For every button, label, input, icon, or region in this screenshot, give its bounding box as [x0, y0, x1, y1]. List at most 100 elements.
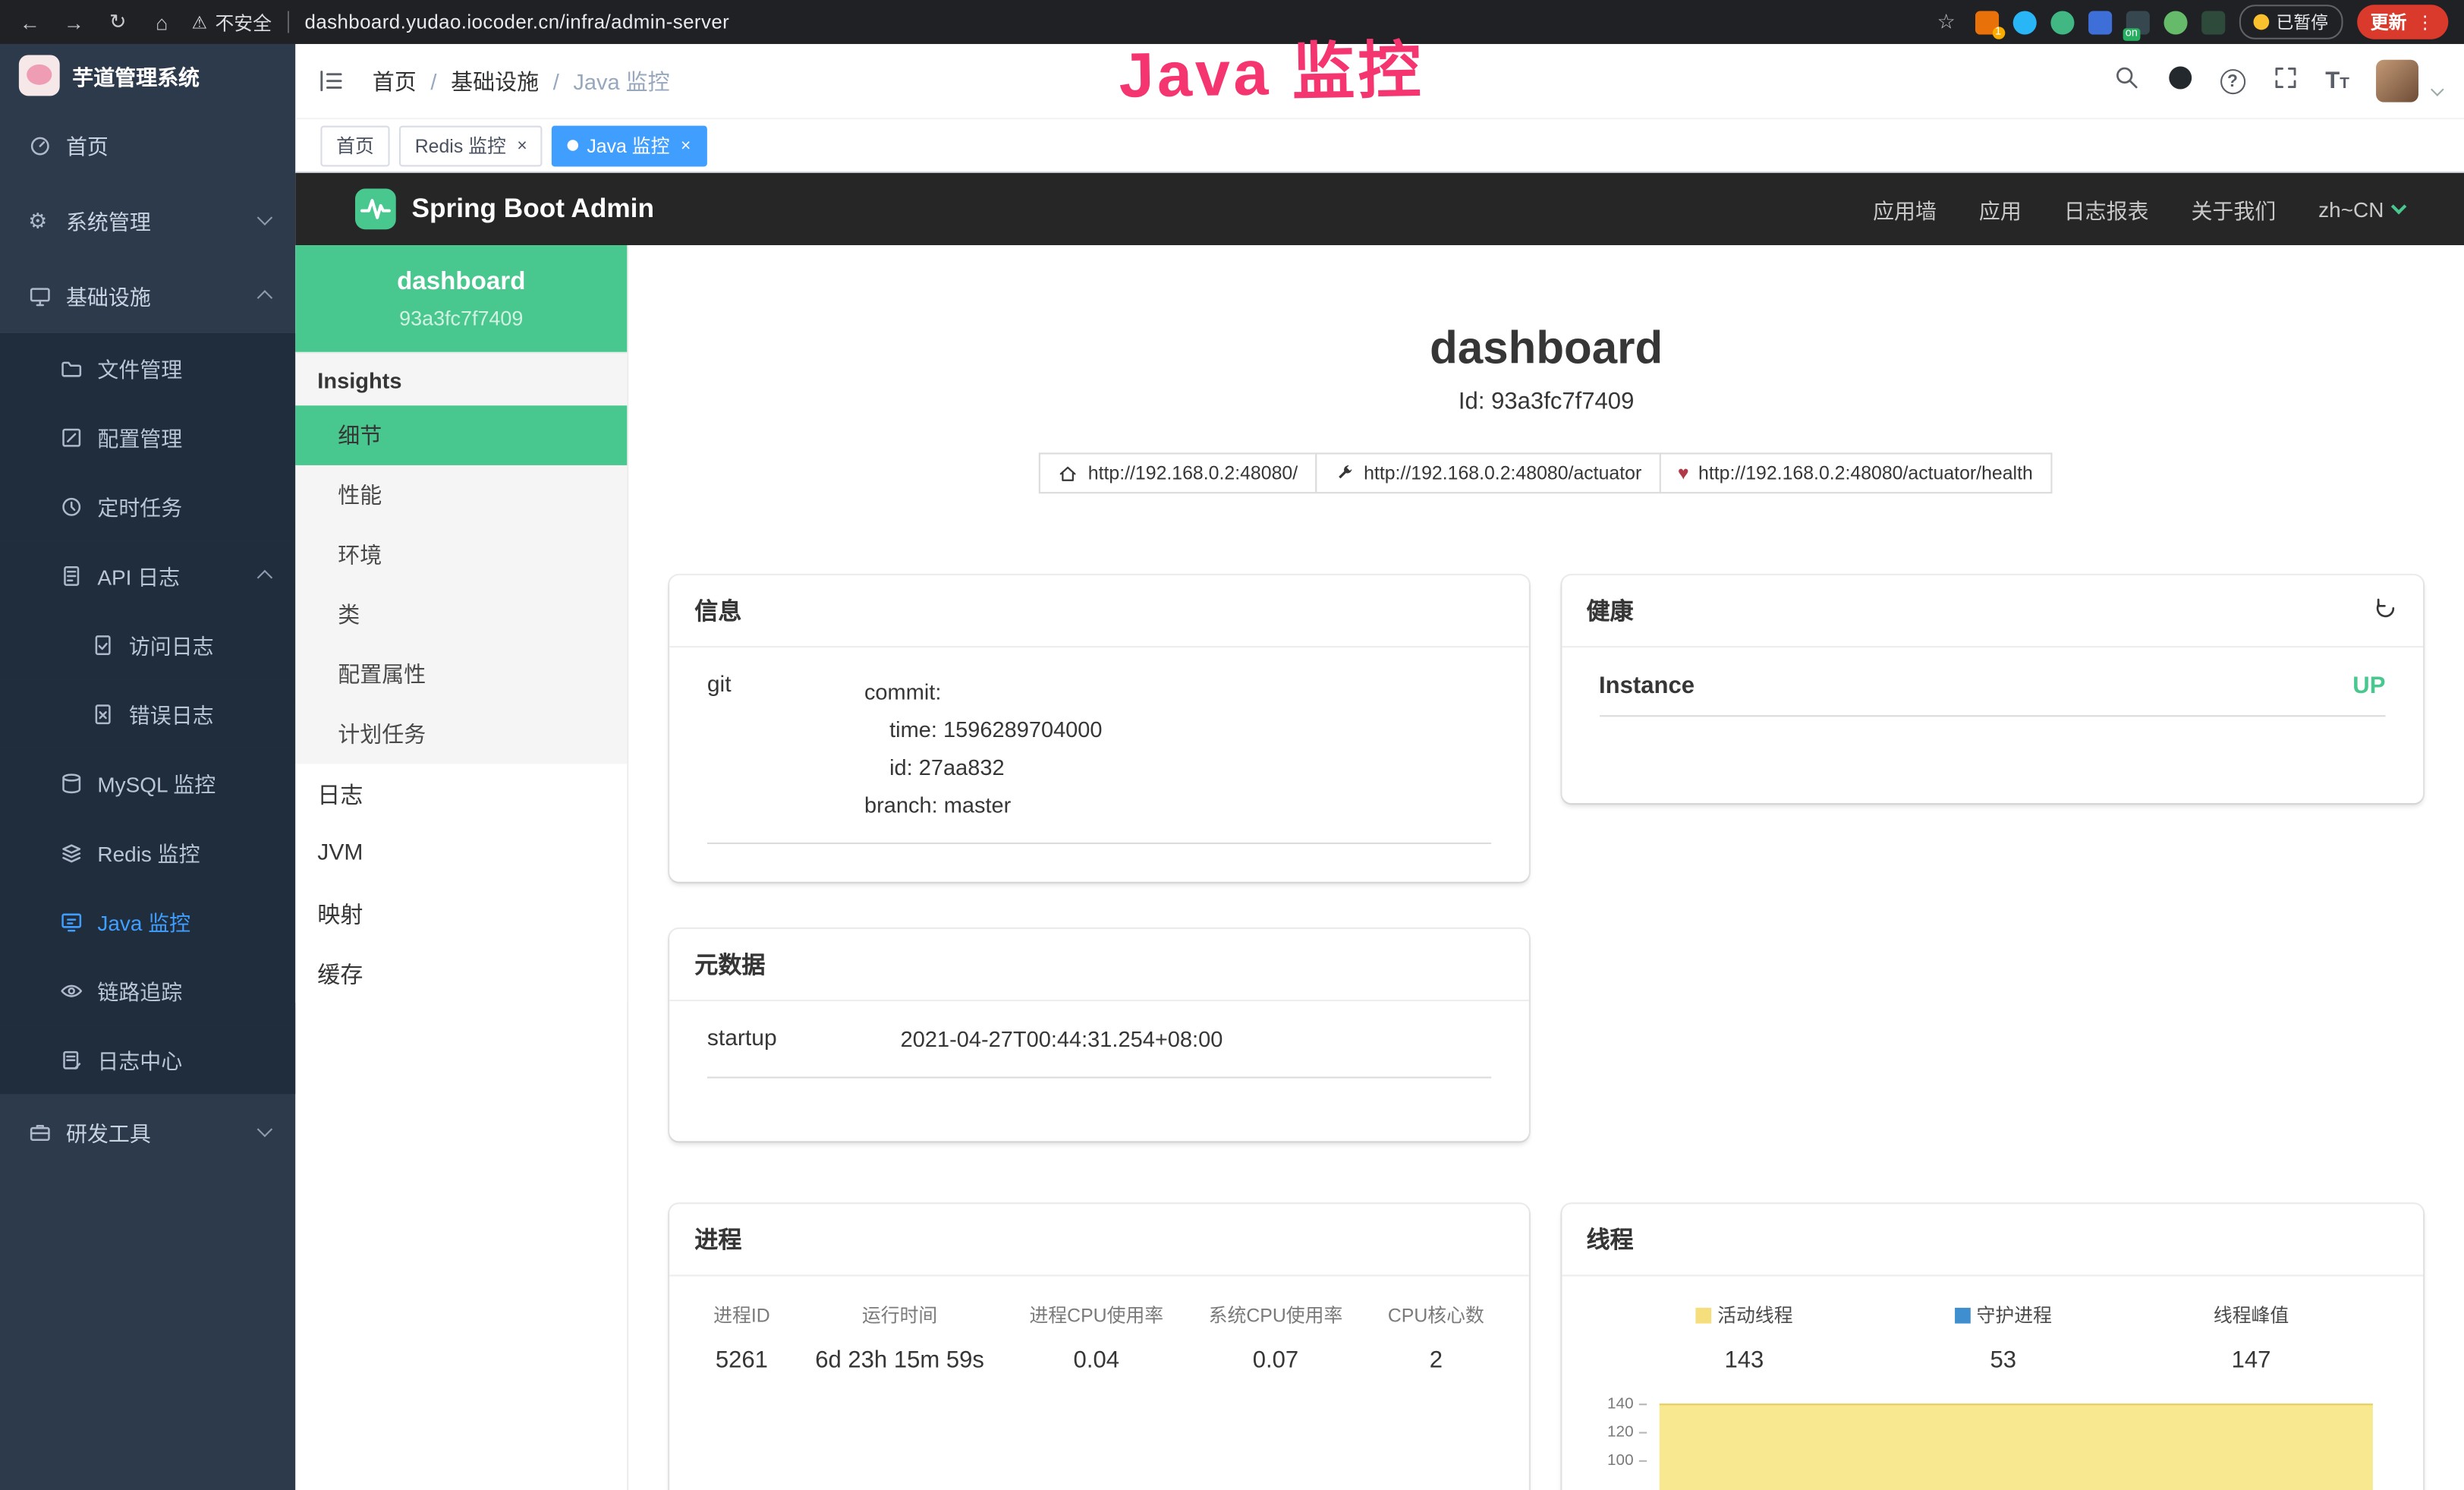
logo-pig-avatar	[19, 55, 60, 96]
chevron-down-icon	[257, 1122, 272, 1138]
browser-home-icon[interactable]: ⌂	[148, 10, 176, 33]
info-row-label: git	[707, 673, 864, 824]
clock-icon	[60, 494, 83, 518]
sba-nav-about[interactable]: 关于我们	[2191, 194, 2276, 225]
health-card: 健康 Instance UP	[1561, 575, 2423, 803]
access-log-icon	[91, 632, 115, 656]
sidebar-item-config-manage[interactable]: 配置管理	[0, 402, 295, 471]
edit-icon	[60, 425, 83, 449]
sba-brand[interactable]: Spring Boot Admin	[355, 188, 654, 229]
locale-select[interactable]: zh~CN	[2318, 197, 2404, 221]
sidebar-item-dev-tools[interactable]: 研发工具	[0, 1094, 295, 1169]
screen: Java 监控 ← → ↻ ⌂ ⚠ 不安全 dashboard.yudao.io…	[0, 0, 2464, 1490]
legend-daemon-threads: 守护进程 53	[1955, 1302, 2052, 1374]
sba-nav-journal[interactable]: 日志报表	[2064, 194, 2149, 225]
sba-nav-applications[interactable]: 应用	[1979, 194, 2022, 225]
tab-redis-monitor[interactable]: Redis 监控 ×	[399, 125, 543, 166]
info-card-title: 信息	[694, 594, 741, 627]
sba-menu-logs[interactable]: 日志	[295, 764, 627, 824]
threads-card-title: 线程	[1586, 1223, 1633, 1255]
sba-menu-details[interactable]: 细节	[295, 405, 627, 465]
help-icon[interactable]: ?	[2220, 68, 2245, 93]
extension-icon-pine[interactable]	[2201, 10, 2224, 33]
actuator-url-link[interactable]: http://192.168.0.2:48080/actuator	[1315, 452, 1660, 493]
breadcrumb-infra[interactable]: 基础设施	[451, 65, 539, 96]
refresh-icon[interactable]: ↻	[104, 9, 132, 34]
back-icon[interactable]: ←	[16, 10, 44, 33]
site-security-chip[interactable]: ⚠ 不安全	[192, 8, 272, 35]
home-icon	[1058, 463, 1078, 484]
tab-home[interactable]: 首页	[320, 125, 389, 166]
sba-menu-mappings[interactable]: 映射	[295, 884, 627, 943]
chevron-down-icon	[257, 210, 272, 225]
close-icon[interactable]: ×	[517, 136, 527, 155]
metadata-row-label: startup	[707, 1026, 901, 1051]
sba-menu-scheduled-tasks[interactable]: 计划任务	[295, 704, 627, 764]
tags-view: 首页 Redis 监控 × Java 监控 ×	[295, 119, 2464, 172]
bookmark-star-icon[interactable]: ☆	[1932, 9, 1960, 34]
paused-badge[interactable]: 已暂停	[2239, 5, 2343, 39]
sidebar-item-log-center[interactable]: 日志中心	[0, 1025, 295, 1094]
service-url-link[interactable]: http://192.168.0.2:48080/	[1040, 452, 1317, 493]
avatar-caret-icon[interactable]	[2431, 82, 2444, 96]
sba-menu-performance[interactable]: 性能	[295, 465, 627, 525]
warning-icon: ⚠	[192, 12, 207, 33]
sba-nav-wallboard[interactable]: 应用墙	[1873, 194, 1937, 225]
tab-java-monitor[interactable]: Java 监控 ×	[552, 125, 706, 166]
briefcase-icon	[28, 1120, 52, 1143]
startup-value: 2021-04-27T00:44:31.254+08:00	[901, 1026, 1223, 1051]
extension-icon-drop[interactable]	[2012, 10, 2036, 33]
user-avatar[interactable]	[2376, 60, 2418, 102]
sba-menu-jvm[interactable]: JVM	[295, 824, 627, 884]
breadcrumb-home[interactable]: 首页	[373, 65, 417, 96]
sidebar-item-access-log[interactable]: 访问日志	[0, 610, 295, 679]
sidebar-item-api-log[interactable]: API 日志	[0, 540, 295, 610]
instance-header[interactable]: dashboard 93a3fc7f7409	[295, 245, 627, 352]
sba-menu-classes[interactable]: 类	[295, 584, 627, 644]
sba-menu-config-props[interactable]: 配置属性	[295, 644, 627, 704]
annotation-text: Java 监控	[1118, 19, 1424, 115]
divider	[288, 11, 289, 33]
sba-menu-caches[interactable]: 缓存	[295, 943, 627, 1003]
history-icon[interactable]	[2373, 595, 2398, 626]
extension-icon-leaf[interactable]	[2163, 10, 2186, 33]
sidebar-item-redis-monitor[interactable]: Redis 监控	[0, 817, 295, 887]
error-log-icon	[91, 702, 115, 726]
extension-icon-orange[interactable]: 1	[1975, 10, 1998, 33]
extension-icon-switch[interactable]: on	[2126, 10, 2149, 33]
sba-menu-environment[interactable]: 环境	[295, 525, 627, 585]
address-url[interactable]: dashboard.yudao.iocoder.cn/infra/admin-s…	[305, 11, 730, 33]
forward-icon[interactable]: →	[60, 10, 88, 33]
breadcrumb-current: Java 监控	[573, 65, 669, 96]
fullscreen-icon[interactable]	[2272, 64, 2299, 99]
health-url-link[interactable]: ♥ http://192.168.0.2:48080/actuator/heal…	[1659, 452, 2052, 493]
search-icon[interactable]	[2113, 64, 2140, 99]
close-icon[interactable]: ×	[681, 136, 691, 155]
active-threads-area	[1659, 1403, 2373, 1490]
hamburger-icon[interactable]	[317, 68, 344, 94]
update-button[interactable]: 更新 ⋮	[2356, 5, 2448, 39]
gear-icon: ⚙	[28, 208, 52, 232]
health-instance-label[interactable]: Instance	[1599, 673, 1695, 699]
threads-card: 线程 活动线程 143 守护进程	[1561, 1204, 2423, 1490]
app-logo[interactable]: 芋道管理系统	[0, 44, 295, 107]
font-size-icon[interactable]: TT	[2325, 68, 2349, 94]
chevron-up-icon	[257, 290, 272, 305]
sidebar-item-scheduled-jobs[interactable]: 定时任务	[0, 471, 295, 540]
sidebar-item-infra[interactable]: 基础设施	[0, 258, 295, 333]
sidebar-item-mysql-monitor[interactable]: MySQL 监控	[0, 748, 295, 817]
security-label: 不安全	[215, 8, 272, 35]
sidebar-item-java-monitor[interactable]: Java 监控	[0, 887, 295, 956]
sidebar-item-home[interactable]: 首页	[0, 107, 295, 182]
extension-icon-grid[interactable]	[2088, 10, 2111, 33]
yellow-swatch	[1695, 1307, 1711, 1323]
sidebar-item-tracing[interactable]: 链路追踪	[0, 956, 295, 1025]
github-icon[interactable]	[2167, 64, 2193, 99]
folder-icon	[60, 356, 83, 380]
sidebar-item-error-log[interactable]: 错误日志	[0, 679, 295, 748]
sidebar-item-file-manage[interactable]: 文件管理	[0, 333, 295, 402]
sidebar-item-system[interactable]: ⚙ 系统管理	[0, 182, 295, 257]
kebab-menu-icon[interactable]: ⋮	[2416, 11, 2434, 33]
extension-icon-vue[interactable]	[2050, 10, 2073, 33]
process-col: 运行时间 6d 23h 15m 59s	[815, 1302, 984, 1374]
